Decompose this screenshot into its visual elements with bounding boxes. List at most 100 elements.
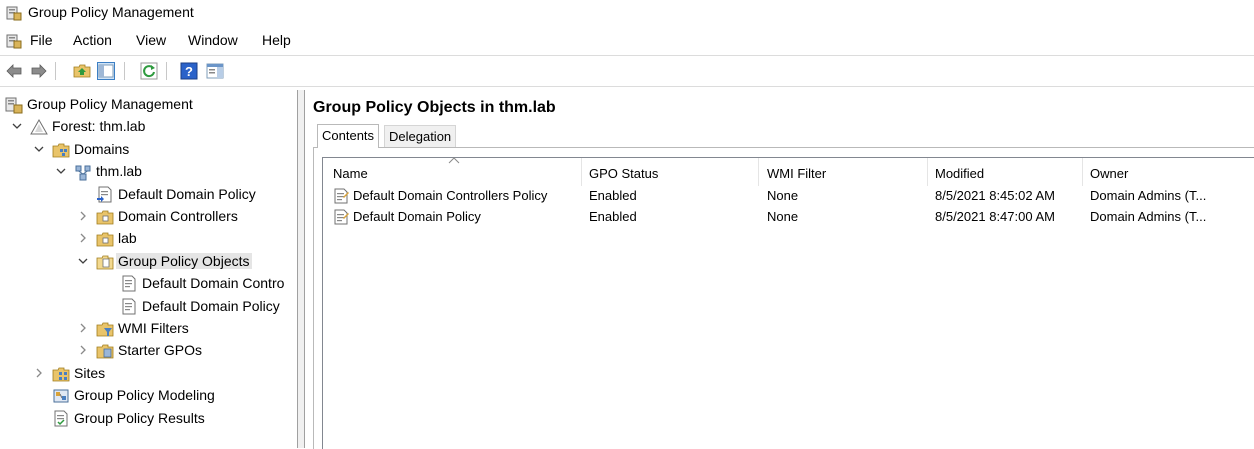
tree-item-label: Sites	[74, 364, 106, 381]
gpo-icon	[122, 275, 136, 292]
cell-modified: 8/5/2021 8:47:00 AM	[935, 209, 1055, 224]
tree-item-default-domain-policy[interactable]: Default Domain Policy	[0, 185, 297, 205]
tree-item-forest-thm-lab[interactable]: Forest: thm.lab	[0, 117, 297, 137]
tab-contents[interactable]: Contents	[317, 124, 380, 148]
chevron-down-icon[interactable]	[78, 256, 88, 266]
show-hide-tree-icon[interactable]	[97, 62, 115, 80]
action-pane-icon[interactable]	[206, 62, 224, 80]
tree-item-group-policy-management[interactable]: Group Policy Management	[0, 95, 297, 115]
gpo-list[interactable]: Name GPO Status WMI Filter Modified Owne…	[322, 157, 1254, 449]
chevron-right-icon[interactable]	[78, 233, 88, 243]
starter-folder-icon	[96, 344, 114, 359]
menu-help[interactable]: Help	[262, 32, 291, 48]
tree-item-starter-gpos[interactable]: Starter GPOs	[0, 341, 297, 361]
chevron-down-icon[interactable]	[12, 121, 22, 131]
tree-item-label: Default Domain Contro	[142, 275, 285, 292]
cell-name: Default Domain Controllers Policy	[353, 188, 548, 203]
tree-item-label: Domains	[74, 140, 130, 157]
sort-ascending-icon	[448, 157, 460, 164]
tree-item-lab[interactable]: lab	[0, 229, 297, 249]
tree-item-thm-lab[interactable]: thm.lab	[0, 162, 297, 182]
chevron-right-icon[interactable]	[78, 345, 88, 355]
domain-icon	[75, 165, 91, 181]
title-bar: Group Policy Management	[0, 0, 1254, 26]
table-row[interactable]: Default Domain Policy Enabled None 8/5/2…	[323, 207, 1254, 227]
results-title: Group Policy Objects in thm.lab	[313, 99, 556, 116]
domains-icon	[52, 143, 70, 158]
results-pane: Group Policy Objects in thm.lab Contents…	[305, 90, 1254, 449]
tree-item-group-policy-results[interactable]: Group Policy Results	[0, 409, 297, 429]
menu-file[interactable]: File	[30, 32, 53, 48]
tree-item-group-policy-objects[interactable]: Group Policy Objects	[0, 252, 297, 272]
chevron-right-icon[interactable]	[34, 368, 44, 378]
menu-bar: File Action View Window Help	[0, 28, 1254, 54]
menu-view[interactable]: View	[136, 32, 166, 48]
console-tree[interactable]: Group Policy Management Forest: thm.lab Do…	[0, 90, 297, 448]
column-divider[interactable]	[758, 158, 759, 186]
cell-wmi-filter: None	[767, 188, 799, 203]
column-header-name[interactable]: Name	[333, 166, 368, 181]
column-header-modified[interactable]: Modified	[935, 166, 984, 181]
refresh-icon[interactable]	[140, 62, 158, 80]
tree-item-label: Group Policy Results	[74, 409, 205, 426]
tree-item-domains[interactable]: Domains	[0, 140, 297, 160]
column-divider[interactable]	[927, 158, 928, 186]
column-header-gpo-status[interactable]: GPO Status	[589, 166, 658, 181]
tab-delegation[interactable]: Delegation	[384, 125, 457, 147]
back-icon[interactable]	[5, 62, 23, 80]
toolbar-separator-line	[0, 86, 1254, 87]
forest-icon	[30, 119, 48, 135]
forward-icon[interactable]	[30, 62, 48, 80]
menu-window[interactable]: Window	[188, 32, 238, 48]
tree-item-label: Group Policy Objects	[116, 252, 252, 269]
gpo-icon	[334, 188, 349, 204]
menu-action[interactable]: Action	[73, 32, 112, 48]
chevron-right-icon[interactable]	[78, 211, 88, 221]
gpm-icon	[5, 97, 23, 114]
cell-gpo-status: Enabled	[589, 188, 637, 203]
tree-item-label: WMI Filters	[118, 320, 189, 336]
wmi-folder-icon	[96, 322, 114, 337]
gpo-folder-icon	[96, 255, 114, 270]
tree-item-sites[interactable]: Sites	[0, 364, 297, 384]
modeling-icon	[53, 389, 69, 403]
gpo-icon	[122, 298, 136, 315]
tree-item-default-domain-policy[interactable]: Default Domain Policy	[0, 297, 297, 317]
cell-wmi-filter: None	[767, 209, 799, 224]
chevron-down-icon[interactable]	[34, 144, 44, 154]
toolbar-separator	[124, 62, 125, 80]
pane-splitter[interactable]	[297, 90, 305, 448]
help-icon[interactable]: ?	[180, 62, 198, 80]
tree-item-label: Default Domain Policy	[142, 297, 280, 314]
tree-item-label: Forest: thm.lab	[52, 118, 146, 135]
gpo-icon	[334, 209, 349, 225]
column-header-owner[interactable]: Owner	[1090, 166, 1128, 181]
tree-item-group-policy-modeling[interactable]: Group Policy Modeling	[0, 386, 297, 406]
tree-item-default-domain-contro[interactable]: Default Domain Contro	[0, 274, 297, 294]
tree-item-label: Default Domain Policy	[118, 185, 256, 202]
window-title: Group Policy Management	[28, 4, 194, 20]
tree-item-label: Domain Controllers	[118, 208, 238, 224]
cell-name: Default Domain Policy	[353, 209, 481, 224]
tree-item-wmi-filters[interactable]: WMI Filters	[0, 319, 297, 339]
tree-item-label: thm.lab	[96, 163, 142, 180]
system-menu-icon[interactable]	[6, 33, 22, 49]
tree-item-label: Starter GPOs	[118, 342, 203, 359]
up-folder-icon[interactable]	[73, 62, 91, 80]
menu-separator	[0, 55, 1254, 56]
column-divider[interactable]	[1082, 158, 1083, 186]
column-divider[interactable]	[581, 158, 582, 186]
tree-item-label: lab	[118, 230, 137, 247]
tree-item-label: Group Policy Management	[27, 96, 193, 112]
cell-owner: Domain Admins (T...	[1090, 188, 1207, 203]
ou-folder-icon	[96, 210, 114, 225]
chevron-right-icon[interactable]	[78, 323, 88, 333]
chevron-down-icon[interactable]	[56, 166, 66, 176]
column-header-wmi-filter[interactable]: WMI Filter	[767, 166, 826, 181]
tree-item-domain-controllers[interactable]: Domain Controllers	[0, 207, 297, 227]
sites-icon	[52, 367, 70, 382]
cell-gpo-status: Enabled	[589, 209, 637, 224]
table-row[interactable]: Default Domain Controllers Policy Enable…	[323, 186, 1254, 206]
results-icon	[54, 410, 68, 427]
cell-modified: 8/5/2021 8:45:02 AM	[935, 188, 1055, 203]
